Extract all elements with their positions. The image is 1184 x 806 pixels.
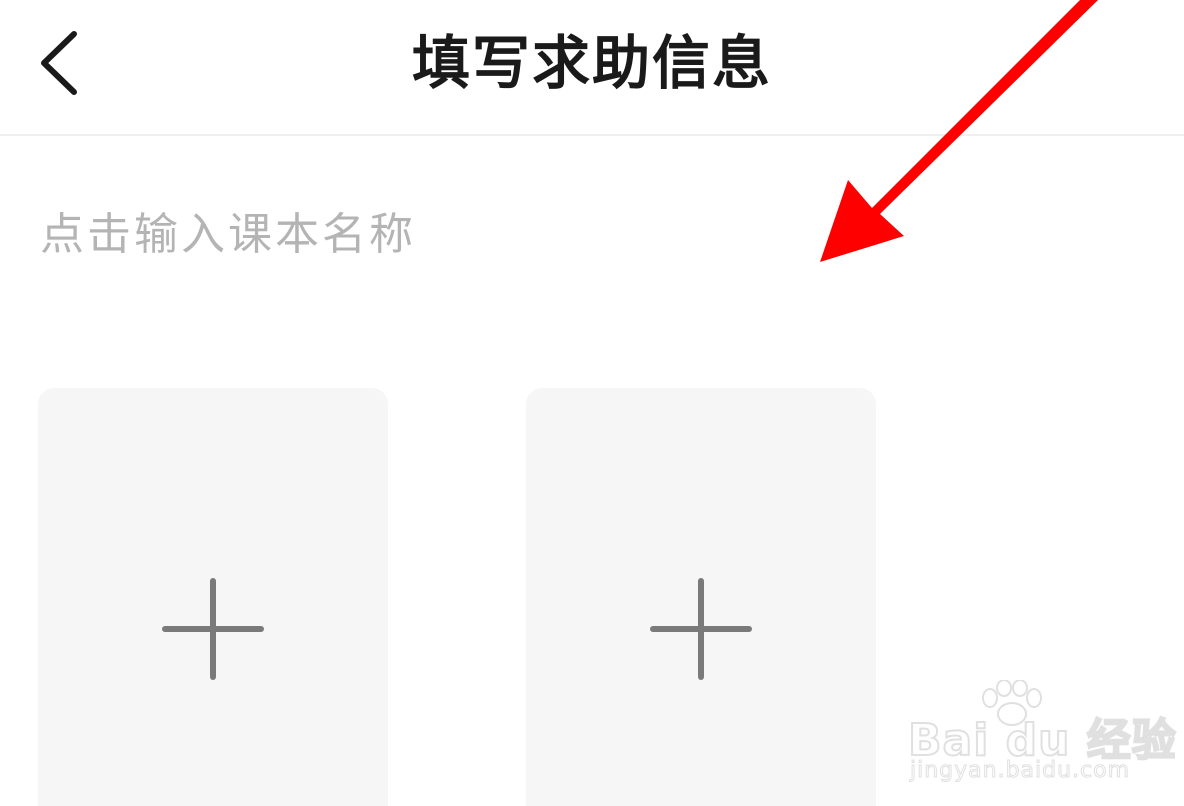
- page-title: 填写求助信息: [411, 29, 772, 97]
- textbook-name-input[interactable]: [40, 196, 1140, 272]
- watermark-url: jingyan.baidu.com: [909, 758, 1131, 784]
- image-upload-slot-2[interactable]: [526, 388, 876, 806]
- plus-icon: [650, 578, 752, 680]
- plus-icon: [162, 578, 264, 680]
- baidu-jingyan-watermark: Bai du 经验 jingyan.baidu.com: [906, 680, 1177, 790]
- image-upload-slot-1[interactable]: [38, 388, 388, 806]
- top-nav-bar: 填写求助信息: [0, 0, 1184, 136]
- help-request-page: 填写求助信息 Bai du 经验 jingyan.baidu.com: [0, 0, 1184, 806]
